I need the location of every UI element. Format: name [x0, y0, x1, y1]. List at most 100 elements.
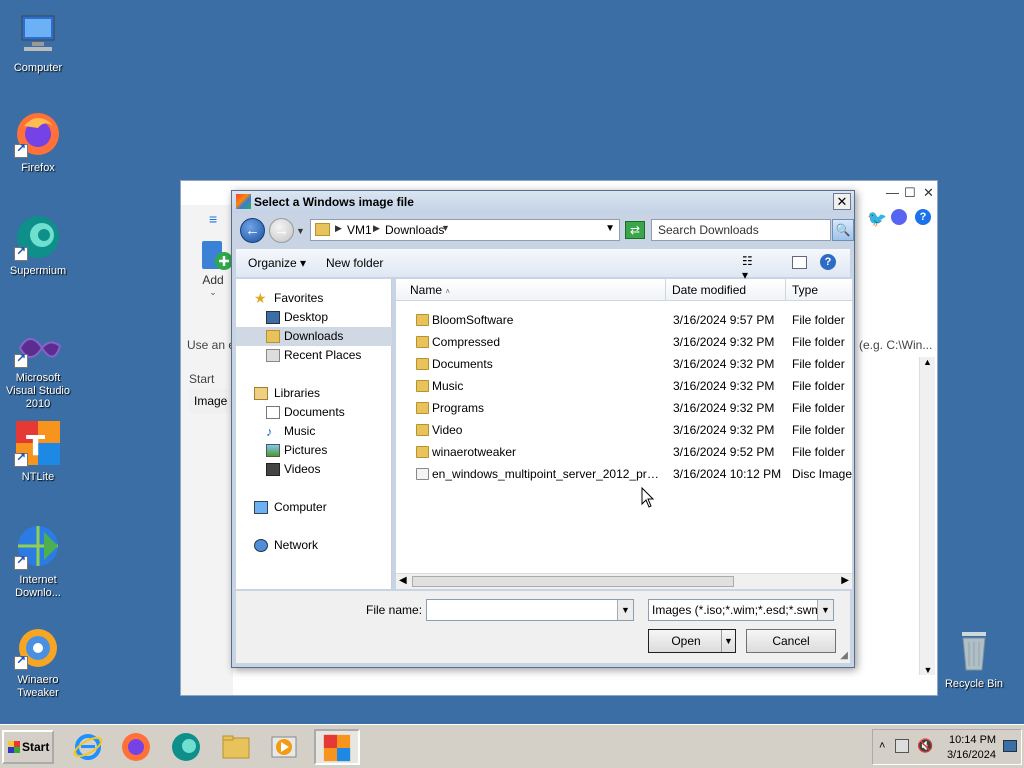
- file-row[interactable]: winaerotweaker 3/16/2024 9:52 PM File fo…: [396, 441, 852, 463]
- file-row[interactable]: Video 3/16/2024 9:32 PM File folder: [396, 419, 852, 441]
- scroll-left-button[interactable]: ◀: [399, 575, 407, 586]
- show-hidden-icons-button[interactable]: ˄: [879, 740, 885, 752]
- forward-button[interactable]: →: [269, 218, 294, 243]
- vertical-scrollbar[interactable]: ▲ ▼: [919, 357, 935, 675]
- preview-pane-icon[interactable]: [792, 256, 807, 269]
- back-button[interactable]: ←: [240, 218, 265, 243]
- pictures-icon: [266, 444, 280, 457]
- nav-label: Favorites: [274, 291, 324, 305]
- chevron-right-icon[interactable]: ▶: [335, 223, 342, 234]
- help-icon[interactable]: ?: [820, 254, 836, 270]
- file-name-input[interactable]: ▼: [426, 599, 634, 621]
- horizontal-scrollbar[interactable]: ◀ ▶: [396, 573, 852, 589]
- file-row[interactable]: Music 3/16/2024 9:32 PM File folder: [396, 375, 852, 397]
- taskbar-media-player[interactable]: [268, 731, 300, 763]
- nav-label: Documents: [284, 405, 345, 419]
- scroll-down-button[interactable]: ▼: [920, 665, 936, 675]
- help-icon[interactable]: ?: [915, 209, 931, 225]
- open-button[interactable]: Open ▼: [648, 629, 736, 653]
- taskbar: Start ˄ 🔇 10:14 PM 3/16/2024: [0, 724, 1024, 768]
- taskbar-ntlite[interactable]: [314, 729, 360, 765]
- file-row[interactable]: en_windows_multipoint_server_2012_premiu…: [396, 463, 852, 485]
- file-date: 3/16/2024 9:57 PM: [673, 313, 775, 327]
- nav-network[interactable]: Network: [236, 536, 392, 555]
- nav-libraries[interactable]: Libraries: [236, 384, 392, 403]
- cancel-button[interactable]: Cancel: [746, 629, 836, 653]
- nav-music[interactable]: ♪ Music: [236, 422, 392, 441]
- taskbar-explorer[interactable]: [220, 731, 252, 763]
- address-dropdown-icon[interactable]: ▼: [605, 223, 615, 234]
- dialog-close-button[interactable]: ✕: [833, 193, 851, 210]
- chevron-right-icon[interactable]: ▶: [373, 223, 380, 234]
- desktop-icon-recycle-bin[interactable]: Recycle Bin: [936, 626, 1012, 691]
- twitter-icon[interactable]: 🐦: [867, 209, 887, 229]
- dialog-title: Select a Windows image file: [254, 195, 414, 209]
- nav-recent-places[interactable]: Recent Places: [236, 346, 392, 365]
- ntlite-icon: [323, 734, 351, 762]
- show-desktop-icon[interactable]: [1003, 740, 1017, 752]
- clock-date[interactable]: 3/16/2024: [947, 749, 996, 761]
- chevron-down-icon[interactable]: ▼: [817, 600, 833, 620]
- discord-icon[interactable]: [891, 209, 907, 225]
- view-options-icon[interactable]: ☷ ▾: [742, 254, 760, 282]
- open-dropdown-icon[interactable]: ▼: [721, 630, 735, 652]
- organize-button[interactable]: Organize ▾: [248, 256, 306, 270]
- close-button[interactable]: ✕: [923, 185, 934, 201]
- nav-pictures[interactable]: Pictures: [236, 441, 392, 460]
- recent-locations-dropdown[interactable]: ▼: [296, 226, 305, 236]
- refresh-button[interactable]: ⇄: [625, 221, 645, 239]
- network-icon[interactable]: [895, 739, 909, 753]
- scroll-up-button[interactable]: ▲: [920, 357, 935, 367]
- nav-videos[interactable]: Videos: [236, 460, 392, 479]
- desktop-icon-firefox[interactable]: Firefox: [0, 110, 76, 175]
- nav-desktop[interactable]: Desktop: [236, 308, 392, 327]
- maximize-button[interactable]: ☐: [904, 185, 916, 201]
- nav-computer[interactable]: Computer: [236, 498, 392, 517]
- scroll-right-button[interactable]: ▶: [841, 575, 849, 586]
- file-date: 3/16/2024 9:32 PM: [673, 335, 775, 349]
- clock-time[interactable]: 10:14 PM: [949, 734, 996, 746]
- volume-muted-icon[interactable]: 🔇: [917, 738, 933, 754]
- column-header-name[interactable]: Name ˄: [396, 279, 666, 301]
- file-row[interactable]: Programs 3/16/2024 9:32 PM File folder: [396, 397, 852, 419]
- new-folder-button[interactable]: New folder: [326, 256, 383, 270]
- desktop-icon-supermium[interactable]: Supermium: [0, 213, 76, 278]
- search-icon[interactable]: 🔍: [832, 219, 854, 241]
- column-header-type[interactable]: Type: [786, 279, 852, 301]
- desktop-icon-ntlite[interactable]: T NTLite: [0, 419, 76, 484]
- chevron-down-icon[interactable]: ▼: [617, 600, 633, 620]
- file-row[interactable]: BloomSoftware 3/16/2024 9:57 PM File fol…: [396, 309, 852, 331]
- minimize-button[interactable]: —: [886, 185, 899, 200]
- hamburger-menu-icon[interactable]: ≡: [209, 211, 217, 227]
- nav-favorites[interactable]: ★ Favorites: [236, 289, 392, 308]
- file-row[interactable]: Compressed 3/16/2024 9:32 PM File folder: [396, 331, 852, 353]
- nav-downloads[interactable]: Downloads: [236, 327, 392, 346]
- nav-documents[interactable]: Documents: [236, 403, 392, 422]
- videos-icon: [266, 463, 280, 476]
- address-bar[interactable]: ▶ VM1 ▶ Downloads ▼ ▼: [310, 219, 620, 241]
- file-type-select[interactable]: Images (*.iso;*.wim;*.esd;*.swm ▼: [648, 599, 834, 621]
- breadcrumb-vm1[interactable]: VM1: [347, 223, 372, 237]
- desktop-icon-computer[interactable]: Computer: [0, 10, 76, 75]
- desktop-icon-visual-studio[interactable]: Microsoft Visual Studio 2010: [0, 328, 76, 411]
- taskbar-internet-explorer[interactable]: [72, 731, 104, 763]
- desktop-icon-internet-download[interactable]: Internet Downlo...: [0, 522, 76, 600]
- ntlite-icon: [236, 194, 251, 209]
- scrollbar-thumb[interactable]: [412, 576, 734, 587]
- firefox-icon: [14, 110, 62, 158]
- chevron-down-icon[interactable]: ▼: [441, 223, 450, 233]
- file-row[interactable]: Documents 3/16/2024 9:32 PM File folder: [396, 353, 852, 375]
- start-button[interactable]: Start: [2, 730, 54, 764]
- image-tab[interactable]: Image: [189, 389, 233, 413]
- taskbar-supermium[interactable]: [170, 731, 202, 763]
- taskbar-firefox[interactable]: [120, 731, 152, 763]
- supermium-icon: [172, 733, 200, 761]
- file-date: 3/16/2024 9:32 PM: [673, 423, 775, 437]
- desktop-icon-label: Recycle Bin: [944, 678, 1004, 690]
- breadcrumb-downloads[interactable]: Downloads: [385, 223, 444, 237]
- search-input[interactable]: Search Downloads: [651, 219, 831, 241]
- desktop-icon-winaero-tweaker[interactable]: Winaero Tweaker: [0, 626, 76, 700]
- resize-grip-icon[interactable]: ◢: [840, 650, 848, 661]
- column-header-date[interactable]: Date modified: [666, 279, 786, 301]
- add-button[interactable]: Add ⌄: [193, 239, 233, 298]
